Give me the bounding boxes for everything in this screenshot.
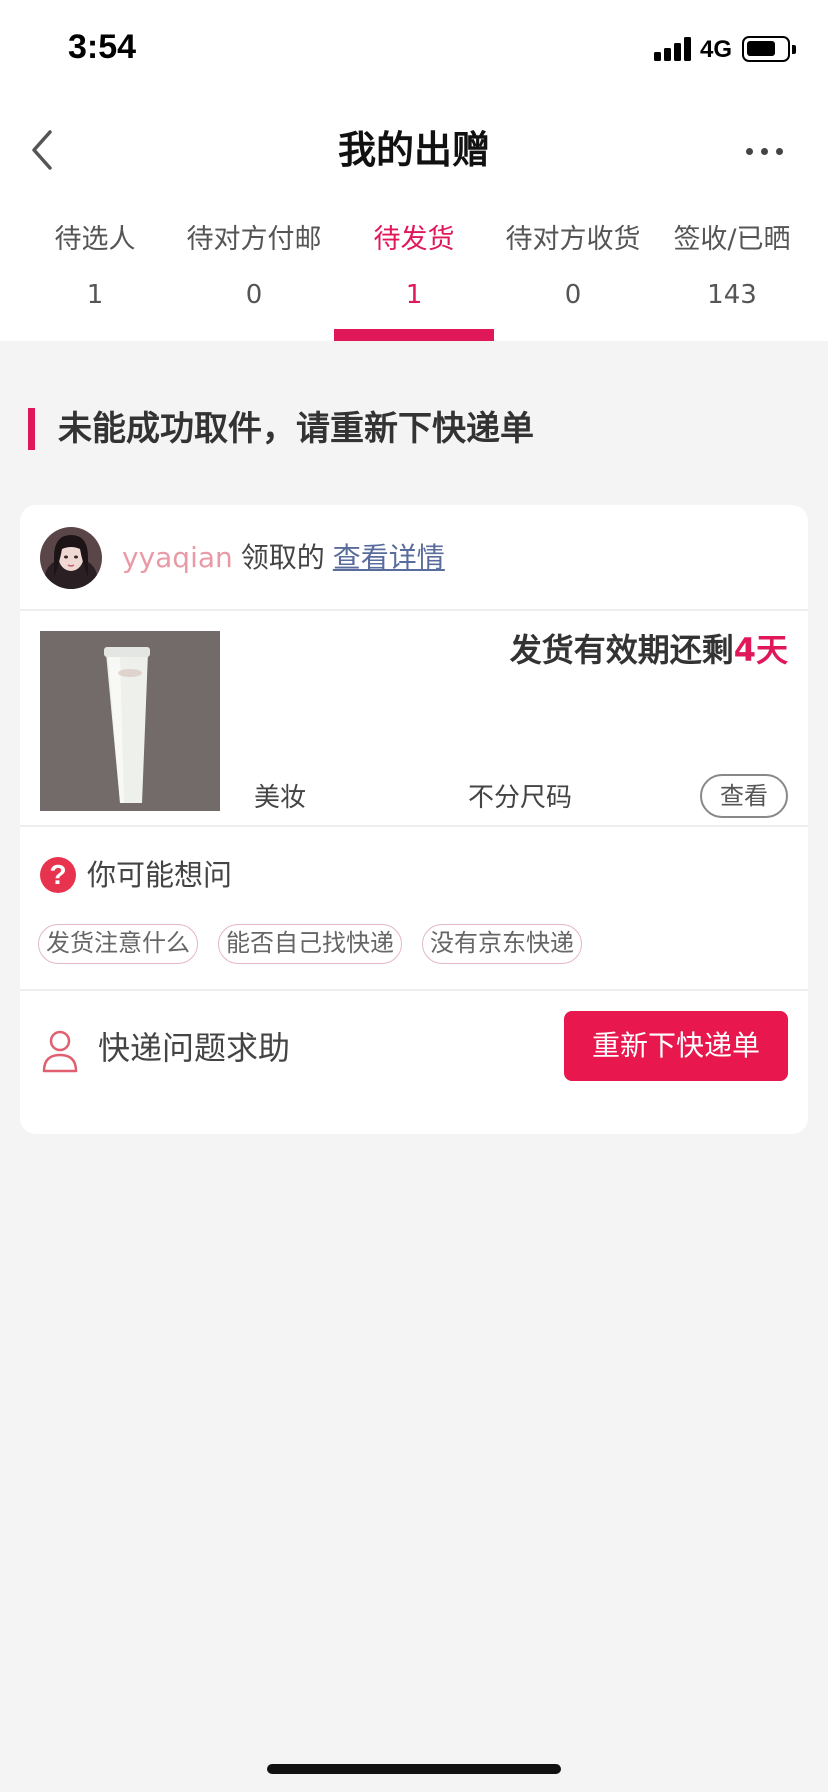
express-help-link[interactable]: 快递问题求助: [98, 1023, 290, 1073]
recipient-info: yyaqian 领取的 查看详情: [122, 535, 445, 581]
tab-count: 1: [405, 280, 423, 310]
tab-waiting-postage[interactable]: 待对方付邮 0: [174, 215, 334, 341]
product-row: 发货有效期还剩4天 美妆 不分尺码 查看: [20, 611, 808, 827]
recipient-username[interactable]: yyaqian: [122, 541, 233, 574]
nav-bar: 我的出赠: [0, 100, 828, 200]
tab-waiting-ship[interactable]: 待发货 1: [334, 215, 494, 341]
tab-label: 待发货: [373, 224, 455, 255]
tab-count: 0: [564, 280, 582, 310]
tab-label: 待选人: [54, 224, 136, 255]
tab-count: 1: [86, 280, 104, 310]
tab-waiting-receive[interactable]: 待对方收货 0: [493, 215, 653, 341]
view-button[interactable]: 查看: [700, 774, 788, 818]
question-circle-icon: ?: [40, 857, 76, 893]
more-dots-icon: [746, 148, 753, 155]
network-type: 4G: [700, 36, 733, 63]
status-time: 3:54: [68, 28, 137, 66]
deadline-days: 4天: [733, 631, 788, 669]
tab-label: 待对方收货: [505, 224, 641, 255]
claimed-label: 领取的: [240, 541, 325, 574]
notice-text: 未能成功取件，请重新下快递单: [58, 409, 534, 449]
reorder-express-button[interactable]: 重新下快递单: [564, 1011, 788, 1081]
faq-chip[interactable]: 发货注意什么: [38, 924, 198, 964]
faq-chip[interactable]: 能否自己找快递: [218, 924, 402, 964]
faq-chip[interactable]: 没有京东快递: [422, 924, 582, 964]
tab-count: 0: [245, 280, 263, 310]
tab-label: 待对方付邮: [186, 224, 322, 255]
notice-accent-bar: [28, 408, 35, 450]
order-card: yyaqian 领取的 查看详情 发货有效期还剩4天 美妆 不分尺码 查看 ? 你可…: [20, 505, 808, 1134]
home-indicator[interactable]: [267, 1764, 561, 1774]
battery-icon: [742, 36, 796, 62]
tab-label: 签收/已晒: [673, 224, 791, 255]
more-button[interactable]: [734, 120, 794, 180]
tab-received[interactable]: 签收/已晒 143: [652, 215, 812, 341]
product-category: 美妆: [254, 783, 307, 813]
status-tabs: 待选人 1 待对方付邮 0 待发货 1 待对方收货 0 签收/已晒 143: [0, 215, 828, 341]
faq-title: 你可能想问: [87, 858, 233, 892]
page-title: 我的出赠: [337, 128, 490, 172]
shipping-deadline: 发货有效期还剩4天: [510, 627, 788, 673]
recipient-row: yyaqian 领取的 查看详情: [20, 505, 808, 611]
deadline-prefix: 发货有效期还剩: [509, 631, 734, 669]
help-section: 快递问题求助 重新下快递单: [20, 991, 808, 1134]
status-bar: 3:54 4G: [0, 0, 828, 100]
faq-section: ? 你可能想问 发货注意什么 能否自己找快递 没有京东快递: [20, 827, 808, 991]
avatar[interactable]: [40, 527, 102, 589]
tab-waiting-select[interactable]: 待选人 1: [15, 215, 175, 341]
person-icon: [42, 1030, 78, 1073]
product-size: 不分尺码: [468, 783, 573, 813]
header-area: 3:54 4G 我的出赠 待选人 1 待对方付邮 0 待发货 1 待对方收货 0…: [0, 0, 828, 341]
active-tab-indicator: [334, 329, 494, 341]
product-image[interactable]: [40, 631, 220, 811]
signal-icon: [654, 37, 692, 61]
view-details-link[interactable]: 查看详情: [333, 541, 445, 574]
tab-count: 143: [707, 280, 757, 310]
